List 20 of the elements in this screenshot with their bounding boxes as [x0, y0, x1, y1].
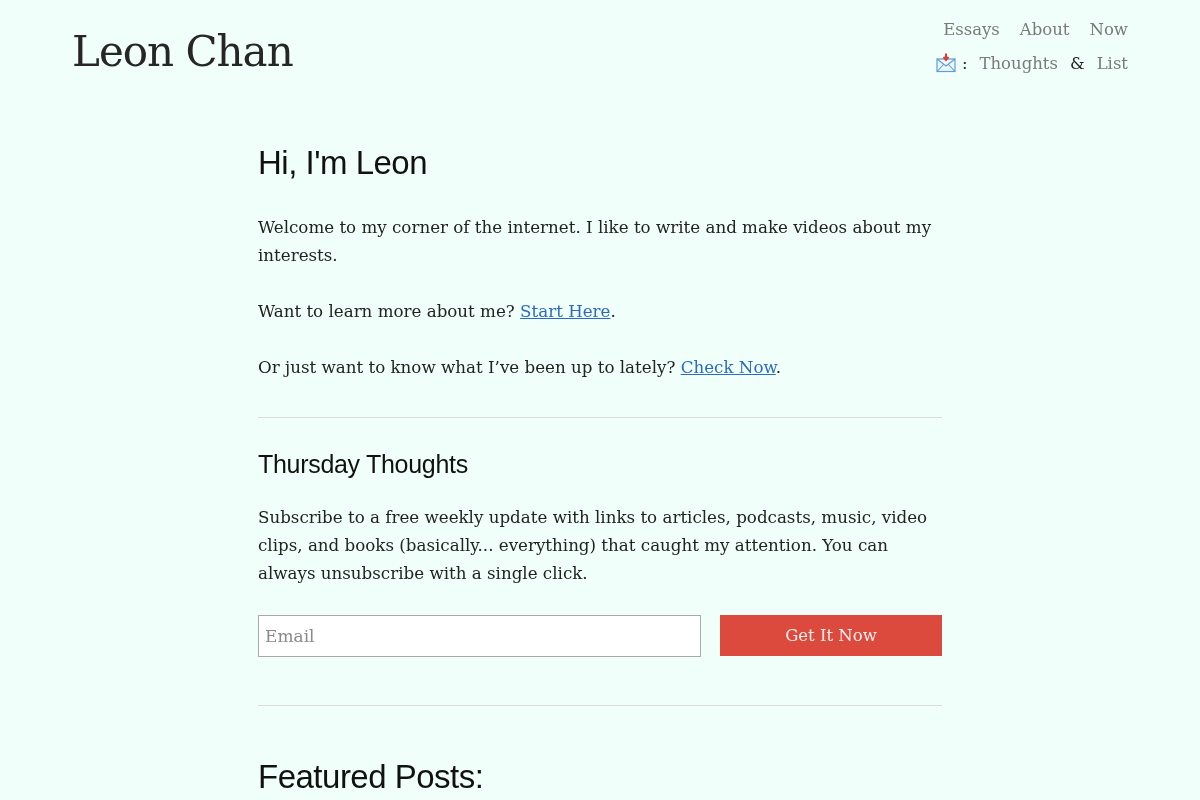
intro-paragraph: Welcome to my corner of the internet. I like to write and make videos about my interests.	[258, 216, 933, 267]
text-link[interactable]: Start Here	[520, 301, 611, 321]
intro-heading: Hi, I'm Leon	[258, 143, 429, 183]
envelope-icon	[935, 53, 956, 73]
newsletter-heading: Thursday Thoughts	[258, 449, 469, 480]
nav-link[interactable]: Thoughts	[979, 53, 1058, 73]
featured-heading: Featured Posts:	[258, 757, 485, 797]
site-title[interactable]: Leon Chan	[72, 24, 293, 80]
email-field[interactable]: Email	[258, 615, 701, 657]
nav-text: &	[1069, 53, 1085, 73]
intro-paragraph: Want to learn more about me? Start Here.	[258, 300, 617, 323]
intro-paragraph: Or just want to know what I’ve been up to lately? Check Now.	[258, 356, 783, 379]
newsletter-description: Subscribe to a free weekly update with links to articles, podcasts, music, video clips, and books (basically... everything) that caught my attention. You can always unsubscribe with a single click.	[258, 506, 929, 585]
nav-link[interactable]: Now	[1089, 19, 1128, 39]
text-link[interactable]: Check Now	[680, 357, 776, 377]
nav-link[interactable]: About	[1019, 19, 1070, 39]
nav-link[interactable]: Essays	[943, 19, 1000, 39]
subscribe-button[interactable]: Get It Now	[720, 615, 942, 656]
nav-text: :	[961, 53, 968, 73]
nav-link[interactable]: List	[1096, 53, 1128, 73]
